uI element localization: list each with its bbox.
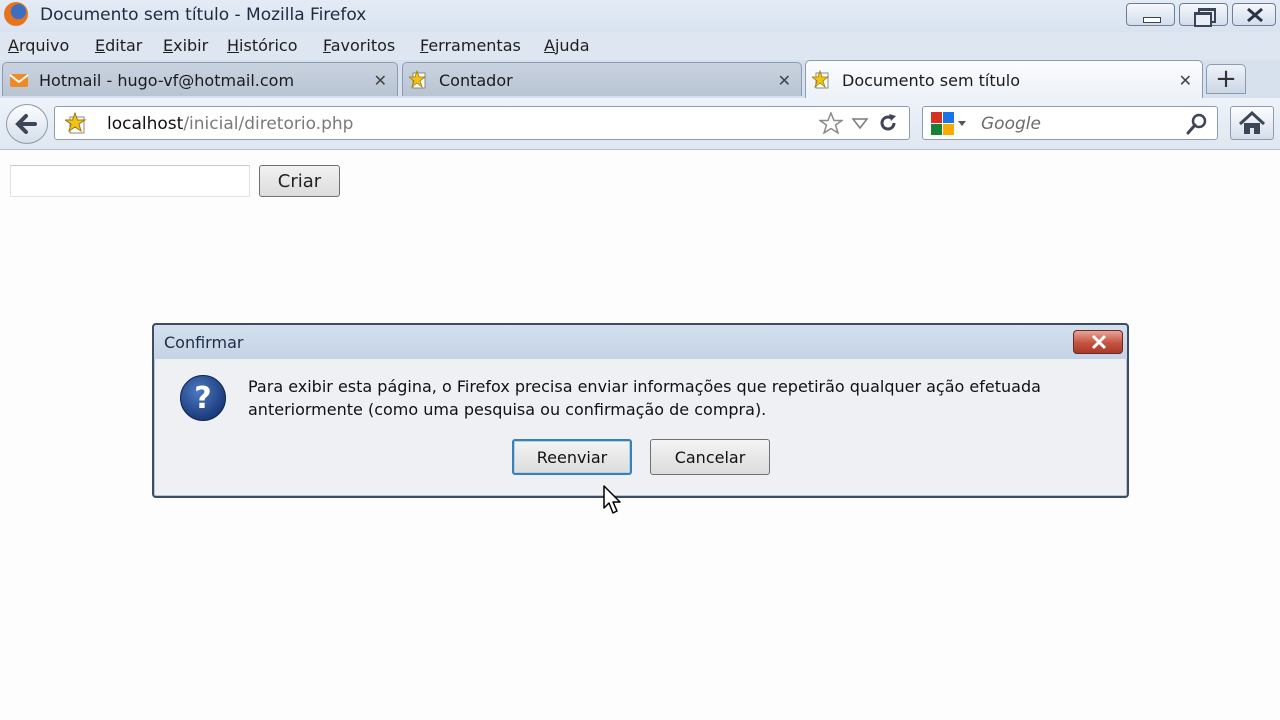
tab-close-button[interactable]: ✕	[778, 71, 791, 90]
tab-label: Documento sem título	[842, 71, 1020, 90]
new-tab-button[interactable]: +	[1206, 64, 1246, 94]
navigation-bar: localhost/inicial/diretorio.php Google	[0, 98, 1280, 150]
search-icon[interactable]	[1185, 112, 1209, 136]
star-page-icon	[812, 70, 830, 89]
back-button[interactable]	[6, 104, 48, 144]
google-icon[interactable]	[931, 112, 967, 136]
firefox-logo-icon	[4, 2, 28, 26]
close-icon	[1091, 334, 1107, 350]
bookmark-star-icon[interactable]	[819, 112, 843, 134]
menu-historico[interactable]: Histórico	[227, 36, 297, 55]
menu-editar[interactable]: Editar	[95, 36, 142, 55]
directory-name-input[interactable]	[10, 165, 250, 197]
tab-hotmail[interactable]: Hotmail - hugo-vf@hotmail.com ✕	[2, 62, 398, 96]
search-input[interactable]: Google	[981, 114, 1171, 134]
dropdown-arrow-icon[interactable]	[851, 116, 869, 130]
tab-close-button[interactable]: ✕	[374, 71, 387, 90]
star-page-icon	[409, 70, 427, 89]
minimize-button[interactable]	[1126, 3, 1175, 26]
dialog-message: Para exibir esta página, o Firefox preci…	[248, 377, 1041, 419]
close-window-button[interactable]	[1232, 3, 1276, 26]
url-text[interactable]: localhost/inicial/diretorio.php	[107, 114, 353, 134]
home-icon	[1238, 110, 1266, 134]
tab-label: Contador	[439, 71, 513, 90]
hotmail-icon	[9, 74, 29, 87]
menu-ajuda[interactable]: Ajuda	[544, 36, 590, 55]
mouse-cursor-icon	[603, 485, 621, 514]
reload-icon[interactable]	[877, 112, 899, 134]
menu-favoritos[interactable]: Favoritos	[323, 36, 395, 55]
site-identity-icon	[65, 112, 87, 134]
search-bar[interactable]: Google	[922, 106, 1218, 140]
tab-documento[interactable]: Documento sem título ✕	[805, 60, 1203, 98]
restore-button[interactable]	[1179, 3, 1228, 27]
dialog-title: Confirmar	[164, 333, 244, 352]
tab-close-button[interactable]: ✕	[1179, 71, 1192, 90]
dialog-close-button[interactable]	[1073, 330, 1123, 354]
tab-label: Hotmail - hugo-vf@hotmail.com	[39, 71, 295, 90]
close-icon	[1247, 7, 1263, 23]
url-host: localhost	[107, 114, 184, 134]
menu-bar: Arquivo Editar Exibir Histórico Favorito…	[0, 32, 1280, 60]
window-title: Documento sem título - Mozilla Firefox	[40, 5, 367, 25]
menu-exibir[interactable]: Exibir	[163, 36, 208, 55]
confirm-dialog: Confirmar ? Para exibir esta página, o F…	[152, 323, 1129, 498]
menu-arquivo[interactable]: Arquivo	[8, 36, 69, 55]
home-button[interactable]	[1230, 106, 1274, 140]
resend-button[interactable]: Reenviar	[512, 439, 632, 475]
cancel-button[interactable]: Cancelar	[650, 439, 770, 475]
create-button[interactable]: Criar	[259, 165, 340, 197]
url-path: /inicial/diretorio.php	[183, 114, 354, 134]
window-titlebar: Documento sem título - Mozilla Firefox	[0, 0, 1280, 32]
menu-ferramentas[interactable]: Ferramentas	[420, 36, 521, 55]
tab-strip: Hotmail - hugo-vf@hotmail.com ✕ Contador…	[0, 60, 1280, 98]
tab-contador[interactable]: Contador ✕	[402, 62, 802, 96]
url-bar[interactable]: localhost/inicial/diretorio.php	[54, 106, 910, 140]
question-icon: ?	[180, 375, 226, 421]
back-arrow-icon	[15, 114, 37, 134]
dialog-titlebar: Confirmar	[154, 325, 1127, 359]
